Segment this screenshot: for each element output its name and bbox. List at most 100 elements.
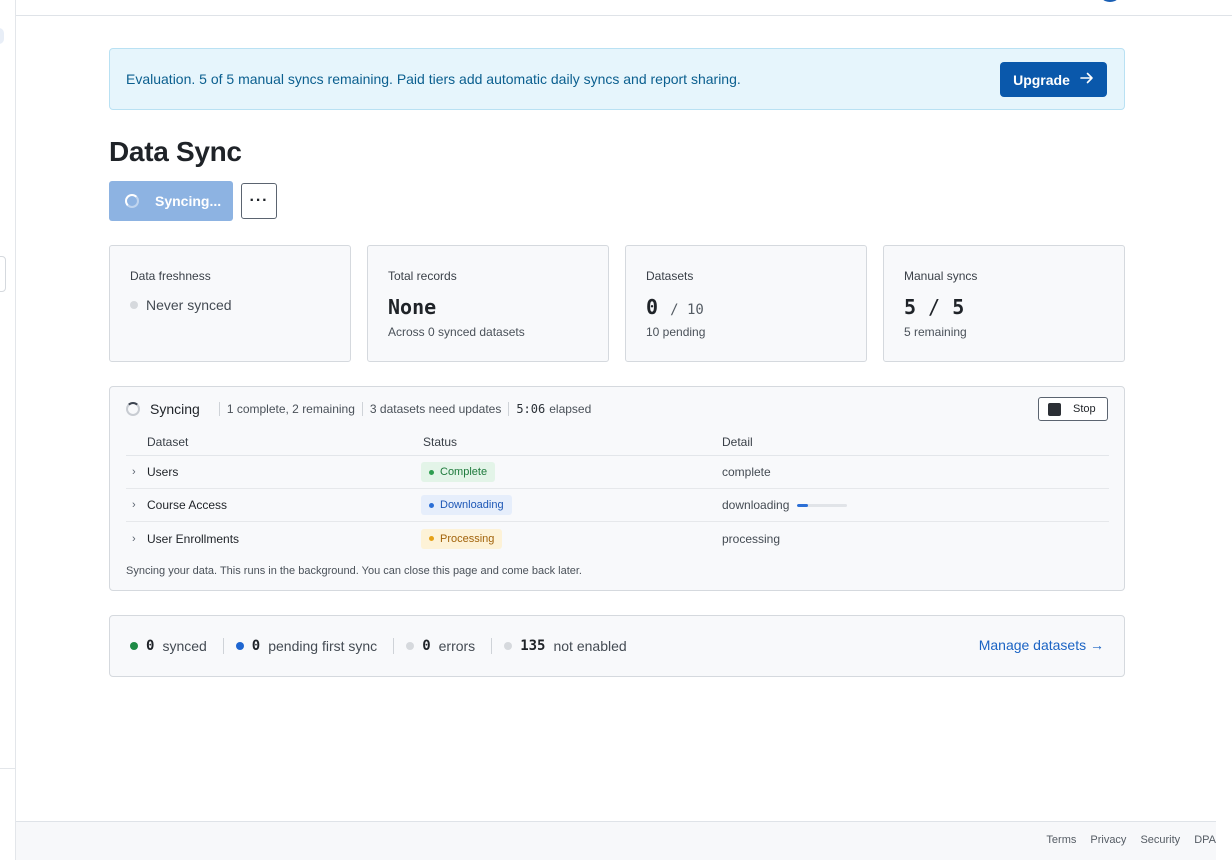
divider — [393, 638, 395, 654]
records-value: None — [388, 295, 437, 319]
scrollbar-track[interactable] — [1216, 16, 1232, 821]
footer-link-privacy[interactable]: Privacy — [1090, 834, 1126, 846]
divider — [491, 638, 493, 654]
status-badge: Complete — [421, 462, 496, 482]
status-dot-icon — [235, 642, 244, 650]
status-badge-label: Downloading — [440, 499, 504, 511]
table-row[interactable]: › User Enrollments Processing processing — [126, 522, 1109, 555]
upgrade-button[interactable]: Upgrade — [1000, 62, 1107, 97]
stop-button[interactable]: Stop — [1038, 397, 1108, 421]
card-label: Total records — [388, 269, 457, 283]
footer-link-terms[interactable]: Terms — [1046, 834, 1076, 846]
sidebar-divider — [0, 768, 16, 769]
detail-cell: complete — [722, 465, 1109, 479]
download-progress-fill — [797, 503, 809, 507]
card-total-records: Total records None Across 0 synced datas… — [367, 245, 609, 362]
dataset-cell: › Users — [126, 465, 423, 479]
datasets-total: / 10 — [670, 302, 704, 318]
sync-panel-title: Syncing — [150, 401, 200, 417]
summary-errors: 0 errors — [406, 638, 475, 654]
footer-links: Terms Privacy Security DPA — [1046, 834, 1216, 846]
status-dot-icon — [429, 536, 434, 541]
chevron-right-icon[interactable]: › — [132, 533, 147, 545]
evaluation-banner: Evaluation. 5 of 5 manual syncs remainin… — [109, 48, 1125, 110]
status-badge: Processing — [421, 528, 503, 549]
table-row[interactable]: › Course Access Downloading downloading — [126, 489, 1109, 522]
table-row[interactable]: › Users Complete complete — [126, 456, 1109, 489]
pending-count: 0 — [251, 638, 261, 654]
chevron-right-icon[interactable]: › — [132, 466, 147, 478]
summary-items: 0 synced 0 pending first sync 0 errors 1… — [130, 638, 627, 654]
sync-progress-panel: Syncing 1 complete, 2 remaining 3 datase… — [109, 386, 1125, 591]
sidebar-toggle-tab[interactable] — [0, 256, 6, 292]
more-options-button[interactable]: ··· — [241, 183, 277, 219]
avatar[interactable] — [1098, 0, 1122, 2]
not-enabled-label: not enabled — [553, 638, 627, 654]
datasets-summary: 0 synced 0 pending first sync 0 errors 1… — [109, 615, 1125, 677]
sidebar-collapse-handle[interactable] — [0, 28, 4, 44]
stop-icon — [1048, 402, 1061, 416]
card-manual-syncs: Manual syncs 5 / 5 5 remaining — [883, 245, 1125, 362]
divider — [218, 402, 220, 416]
summary-synced: 0 synced — [130, 638, 207, 654]
column-header-detail: Detail — [722, 435, 753, 449]
column-header-dataset: Dataset — [147, 435, 189, 449]
detail-text: complete — [722, 465, 771, 479]
errors-label: errors — [438, 638, 476, 654]
card-label: Datasets — [646, 269, 694, 283]
loading-spinner-icon — [126, 402, 140, 416]
manual-syncs-total: 5 — [952, 295, 965, 319]
page-title: Data Sync — [109, 136, 242, 167]
loading-spinner-icon — [125, 194, 139, 208]
synced-label: synced — [162, 638, 207, 654]
sync-button[interactable]: Syncing... — [109, 181, 233, 221]
status-cell: Downloading — [421, 495, 722, 515]
detail-text: downloading — [722, 498, 790, 512]
sync-button-label: Syncing... — [155, 193, 222, 209]
upgrade-button-label: Upgrade — [1013, 71, 1070, 88]
freshness-status-text: Never synced — [146, 297, 232, 313]
chevron-right-icon[interactable]: › — [132, 499, 147, 511]
download-progress-bar — [797, 503, 848, 507]
ellipsis-icon: ··· — [249, 192, 269, 209]
errors-count: 0 — [422, 638, 431, 654]
footer-link-dpa[interactable]: DPA — [1194, 834, 1216, 846]
not-enabled-count: 135 — [520, 638, 546, 654]
status-badge-label: Processing — [440, 532, 495, 545]
left-sidebar-rail — [0, 0, 16, 860]
datasets-count: 0 — [646, 295, 659, 319]
manage-datasets-link[interactable]: Manage datasets → — [979, 637, 1104, 653]
freshness-status: Never synced — [130, 297, 330, 313]
status-dot-icon — [130, 301, 138, 309]
arrow-right-icon — [1080, 71, 1094, 88]
status-dot-icon — [429, 469, 434, 475]
dataset-name: Course Access — [147, 498, 228, 512]
manual-syncs-count: 5 — [904, 295, 917, 319]
manual-syncs-value: 5 / 5 — [904, 295, 1104, 319]
detail-cell: downloading — [722, 498, 1109, 512]
sync-needs-text: 3 datasets need updates — [369, 402, 502, 416]
summary-not-enabled: 135 not enabled — [504, 638, 627, 654]
status-badge-label: Complete — [440, 466, 488, 478]
column-header-status: Status — [423, 435, 458, 449]
footer-link-security[interactable]: Security — [1140, 834, 1180, 846]
datasets-value: 0 / 10 — [646, 295, 846, 319]
status-dot-icon — [429, 502, 434, 508]
status-cell: Complete — [421, 462, 722, 482]
sync-panel-footer-note: Syncing your data. This runs in the back… — [126, 565, 582, 577]
synced-count: 0 — [146, 638, 155, 654]
status-badge: Downloading — [421, 495, 512, 515]
dataset-cell: › User Enrollments — [126, 532, 423, 546]
status-dot-icon — [130, 642, 138, 650]
dataset-cell: › Course Access — [126, 498, 423, 512]
divider — [361, 402, 363, 416]
table-header: Dataset Status Detail — [126, 435, 1109, 456]
elapsed-label: elapsed — [549, 402, 592, 416]
manual-syncs-separator: / — [928, 295, 941, 319]
datasets-note: 10 pending — [646, 325, 706, 339]
card-label: Manual syncs — [904, 269, 978, 283]
manual-syncs-note: 5 remaining — [904, 325, 967, 339]
divider — [222, 638, 224, 654]
divider — [508, 402, 510, 416]
stop-button-label: Stop — [1073, 403, 1096, 415]
